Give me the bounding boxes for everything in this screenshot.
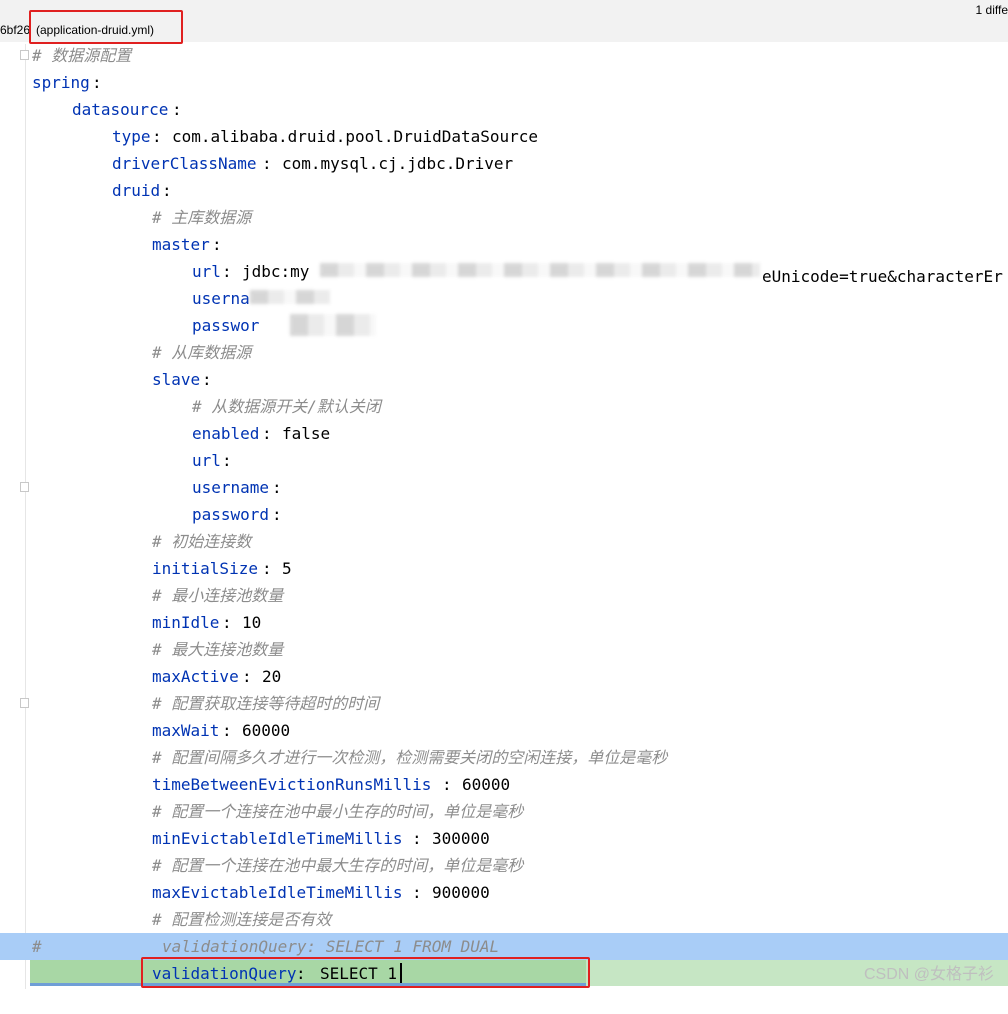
code-separator: : — [202, 370, 212, 389]
code-line[interactable]: # 数据源配置 — [0, 42, 1008, 69]
code-key: minIdle — [152, 613, 220, 632]
code-comment: # 从数据源开关/默认关闭 — [192, 397, 381, 416]
code-separator: : — [442, 775, 462, 794]
code-line[interactable]: datasource: — [0, 96, 1008, 123]
code-separator: : — [412, 829, 432, 848]
code-line[interactable]: driverClassName: com.mysql.cj.jdbc.Drive… — [0, 150, 1008, 177]
code-separator: : — [162, 181, 172, 200]
code-line[interactable]: # 配置一个连接在池中最大生存的时间，单位是毫秒 — [0, 852, 1008, 879]
code-line[interactable]: timeBetweenEvictionRunsMillis: 60000 — [0, 771, 1008, 798]
code-line[interactable]: # 从库数据源 — [0, 339, 1008, 366]
code-value: 60000 — [462, 775, 511, 794]
code-key: minEvictableIdleTimeMillis — [152, 829, 403, 848]
code-line[interactable]: password: — [0, 501, 1008, 528]
watermark: CSDN @女格子衫 — [863, 966, 994, 983]
code-line[interactable]: # 配置一个连接在池中最小生存的时间，单位是毫秒 — [0, 798, 1008, 825]
code-key: druid — [112, 181, 161, 200]
code-line[interactable]: enabled: false — [0, 420, 1008, 447]
code-value: 300000 — [432, 829, 490, 848]
code-separator: : — [412, 883, 432, 902]
changed-line-highlight — [141, 957, 590, 988]
code-key: username — [192, 478, 270, 497]
code-separator: : — [172, 100, 182, 119]
code-line-url-tail: eUnicode=true&characterEr — [762, 267, 1003, 286]
code-key: master — [152, 235, 210, 254]
code-line[interactable]: # 最小连接池数量 — [0, 582, 1008, 609]
code-key: passwor — [192, 316, 260, 335]
code-comment: # 配置一个连接在池中最大生存的时间，单位是毫秒 — [152, 856, 524, 875]
diff-count: 1 diffe — [975, 3, 1008, 17]
code-key: maxActive — [152, 667, 239, 686]
code-line[interactable]: druid: — [0, 177, 1008, 204]
code-line[interactable]: url: — [0, 447, 1008, 474]
code-separator: : — [272, 505, 282, 524]
code-line[interactable]: passwor — [0, 312, 1008, 339]
code-line[interactable]: spring: — [0, 69, 1008, 96]
code-key: type — [112, 127, 151, 146]
removed-line: # validationQuery: SELECT 1 FROM DUAL — [32, 937, 500, 956]
code-separator: : — [152, 127, 172, 146]
code-line[interactable]: # 初始连接数 — [0, 528, 1008, 555]
code-line[interactable]: maxWait: 60000 — [0, 717, 1008, 744]
code-separator: : — [222, 451, 232, 470]
code-value: 5 — [282, 559, 292, 578]
code-line[interactable]: minEvictableIdleTimeMillis: 300000 — [0, 825, 1008, 852]
code-key: maxEvictableIdleTimeMillis — [152, 883, 403, 902]
code-line[interactable]: # 配置检测连接是否有效 — [0, 906, 1008, 933]
code-value: 900000 — [432, 883, 490, 902]
code-key: timeBetweenEvictionRunsMillis — [152, 775, 432, 794]
commit-hash: 6bf26 — [0, 23, 31, 37]
code-value: 60000 — [242, 721, 291, 740]
code-comment: # 从库数据源 — [152, 343, 252, 362]
code-separator: : — [262, 154, 282, 173]
code-line[interactable]: maxActive: 20 — [0, 663, 1008, 690]
code-separator: : — [262, 424, 282, 443]
code-comment: # 配置一个连接在池中最小生存的时间，单位是毫秒 — [152, 802, 524, 821]
code-line[interactable]: minIdle: 10 — [0, 609, 1008, 636]
code-separator: : — [212, 235, 222, 254]
code-line[interactable]: type: com.alibaba.druid.pool.DruidDataSo… — [0, 123, 1008, 150]
code-comment: # 配置获取连接等待超时的时间 — [152, 694, 380, 713]
code-value: com.alibaba.druid.pool.DruidDataSource — [172, 127, 539, 146]
code-comment: # 配置检测连接是否有效 — [152, 910, 332, 929]
code-key: url — [192, 451, 221, 470]
code-value: com.mysql.cj.jdbc.Driver — [282, 154, 514, 173]
code-comment: # 数据源配置 — [32, 46, 132, 65]
code-separator: : — [262, 559, 282, 578]
redacted-password — [290, 314, 376, 336]
code-comment: # 初始连接数 — [152, 532, 252, 551]
code-separator: : — [92, 73, 102, 92]
code-comment: # 配置间隔多久才进行一次检测，检测需要关闭的空闲连接，单位是毫秒 — [152, 748, 668, 767]
code-key: spring — [32, 73, 90, 92]
code-key: datasource — [72, 100, 169, 119]
code-key: slave — [152, 370, 201, 389]
code-value: false — [282, 424, 331, 443]
code-separator: : — [222, 721, 242, 740]
code-line[interactable]: # 配置获取连接等待超时的时间 — [0, 690, 1008, 717]
code-value: 20 — [262, 667, 282, 686]
code-line[interactable]: username: — [0, 474, 1008, 501]
code-comment: # 最小连接池数量 — [152, 586, 284, 605]
file-tab-highlight — [29, 10, 183, 44]
code-comment: # 主库数据源 — [152, 208, 252, 227]
code-line[interactable]: # 配置间隔多久才进行一次检测，检测需要关闭的空闲连接，单位是毫秒 — [0, 744, 1008, 771]
redacted-username — [250, 290, 330, 304]
code-comment: # 最大连接池数量 — [152, 640, 284, 659]
code-line[interactable]: # 最大连接池数量 — [0, 636, 1008, 663]
code-key: enabled — [192, 424, 260, 443]
code-key: maxWait — [152, 721, 220, 740]
code-value: 10 — [242, 613, 262, 632]
code-line[interactable]: # 主库数据源 — [0, 204, 1008, 231]
code-key: password — [192, 505, 270, 524]
code-line[interactable]: slave: — [0, 366, 1008, 393]
code-separator: : — [272, 478, 282, 497]
code-separator: : — [222, 613, 242, 632]
code-line[interactable]: initialSize: 5 — [0, 555, 1008, 582]
code-separator: : — [242, 667, 262, 686]
code-key: initialSize — [152, 559, 258, 578]
code-line[interactable]: # 从数据源开关/默认关闭 — [0, 393, 1008, 420]
code-line[interactable]: master: — [0, 231, 1008, 258]
code-line[interactable]: maxEvictableIdleTimeMillis: 900000 — [0, 879, 1008, 906]
code-key: driverClassName — [112, 154, 257, 173]
